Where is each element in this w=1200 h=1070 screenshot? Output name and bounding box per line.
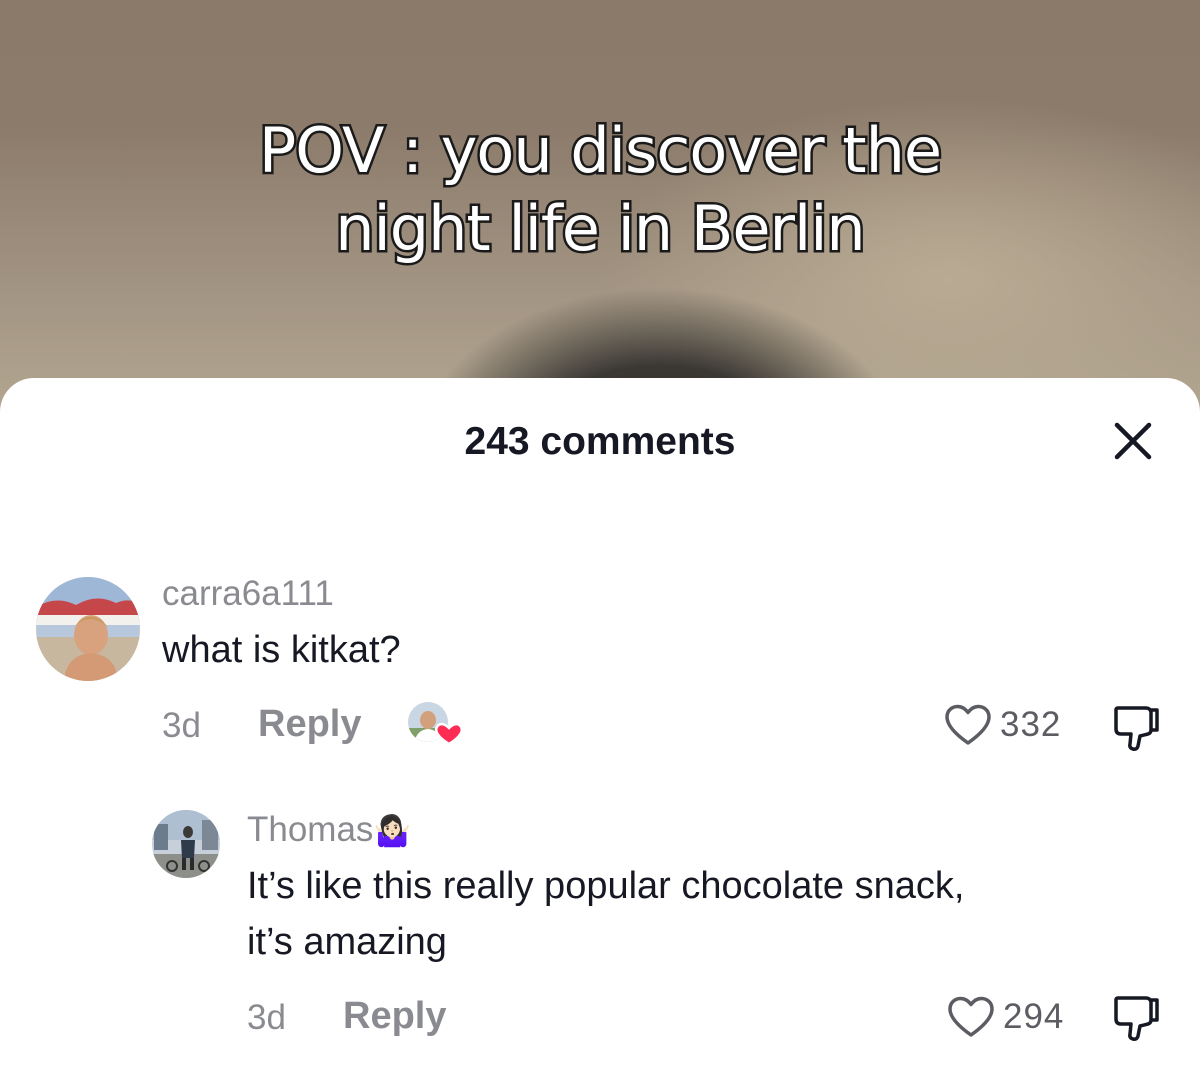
comment-username-text: Thomas [247,810,374,849]
video-caption-line-1: POV : you discover the [256,112,944,190]
reply-comment-item: Thomas🤷🏻‍♀️ It’s like this really popula… [0,378,1200,1070]
comment-text-line: it’s amazing [247,921,447,963]
comment-username[interactable]: Thomas🤷🏻‍♀️ [247,810,411,850]
reply-button[interactable]: Reply [343,995,446,1038]
comment-text: It’s like this really popular chocolate … [247,858,964,970]
dislike-button[interactable] [1110,992,1162,1044]
video-caption-line-2: night life in Berlin [333,190,868,268]
comments-sheet: 243 comments carra6a111 what is kitkat? … [0,378,1200,1070]
comment-text-line: It’s like this really popular chocolate … [247,865,965,907]
heart-outline-icon [948,996,994,1037]
video-caption: POV : you discover the night life in Ber… [0,112,1200,268]
video-preview[interactable]: POV : you discover the night life in Ber… [0,0,1200,420]
avatar[interactable] [152,810,220,878]
comment-age: 3d [247,998,286,1037]
shrug-emoji-icon: 🤷🏻‍♀️ [373,815,411,848]
thumbs-down-icon [1114,996,1159,1041]
like-button[interactable]: 294 [947,996,1064,1038]
like-count: 294 [1003,997,1065,1036]
